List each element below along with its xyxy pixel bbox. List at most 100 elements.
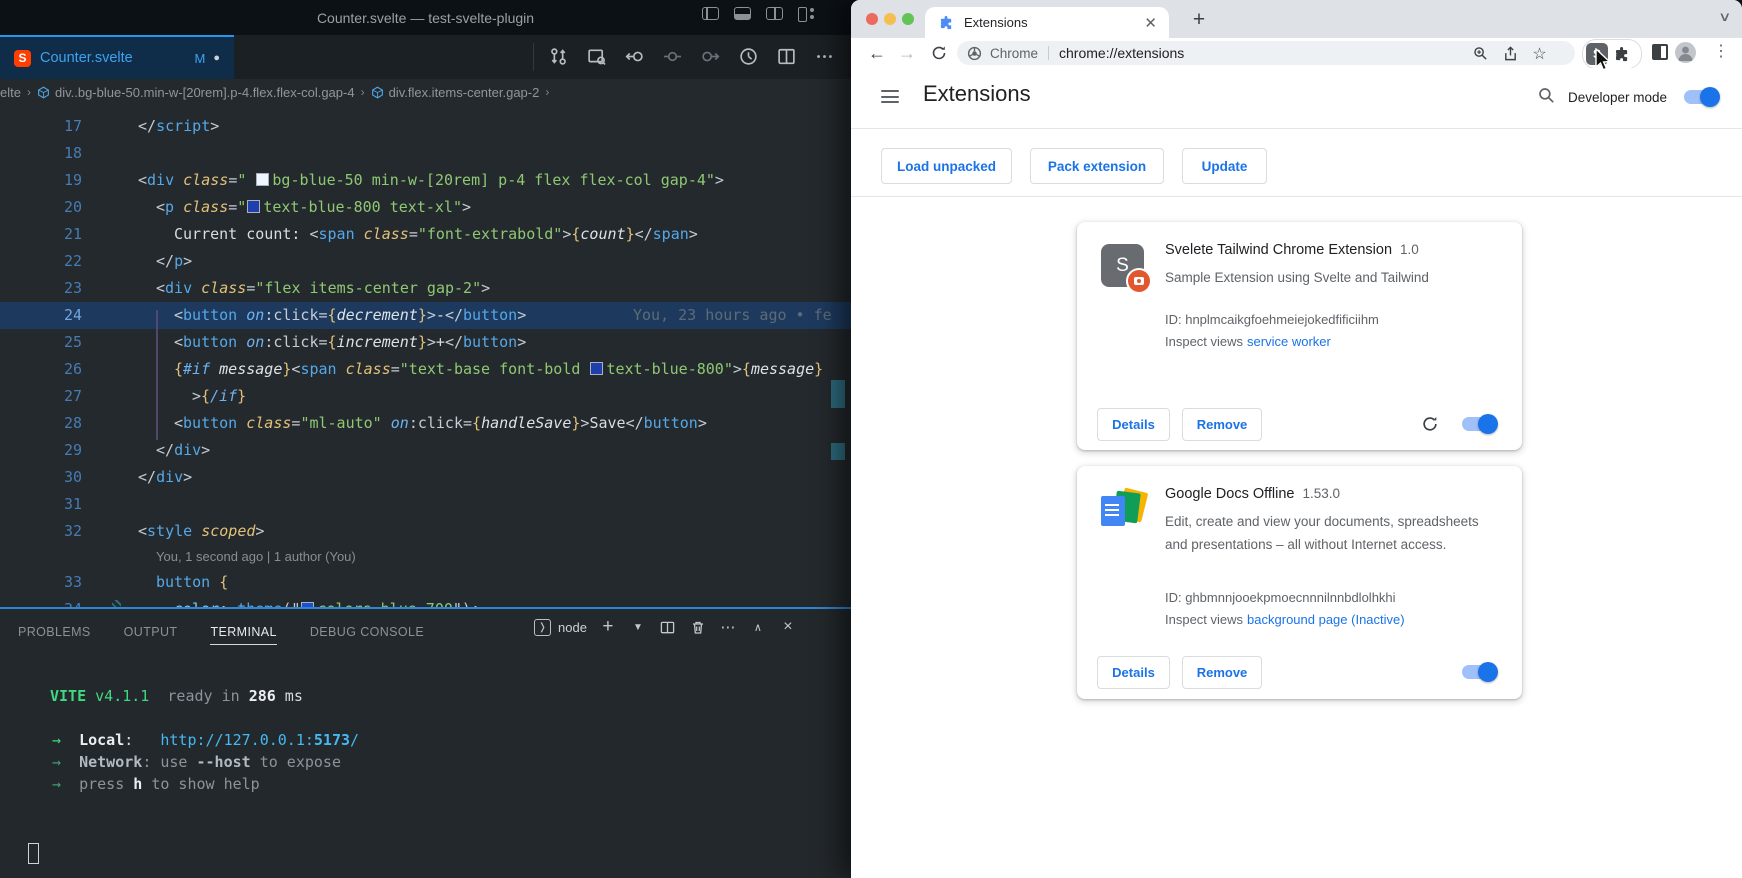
line-number: 24 [0, 302, 110, 329]
main-menu-icon[interactable] [881, 90, 899, 103]
panel-more-icon[interactable]: ⋯ [719, 618, 737, 636]
chrome-tabstrip: Extensions ✕ + ∨ [851, 0, 1742, 38]
terminal-output[interactable]: VITE v4.1.1 ready in 286 ms→ Local: http… [0, 655, 851, 878]
split-terminal-icon[interactable] [659, 618, 677, 636]
symbol-cube-icon [371, 86, 384, 99]
code-line[interactable]: 22</p> [0, 248, 851, 275]
navigate-back-icon[interactable] [624, 46, 645, 67]
breadcrumb-item[interactable]: elte [0, 85, 21, 100]
extension-description: Edit, create and view your documents, sp… [1165, 510, 1485, 556]
extensions-puzzle-icon[interactable] [1614, 46, 1631, 63]
panel-tab-terminal[interactable]: TERMINAL [210, 619, 276, 645]
panel-tab-problems[interactable]: PROBLEMS [18, 619, 91, 645]
code-line[interactable]: 21Current count: <span class="font-extra… [0, 221, 851, 248]
toggle-secondary-sidebar-icon[interactable] [766, 7, 783, 20]
code-line[interactable]: 33button { [0, 569, 851, 596]
details-button[interactable]: Details [1097, 656, 1170, 689]
extension-enabled-toggle[interactable] [1462, 417, 1496, 431]
site-settings-icon[interactable] [967, 46, 982, 61]
page-title: Extensions [923, 81, 1031, 107]
developer-mode-toggle[interactable] [1684, 90, 1718, 104]
profile-avatar[interactable] [1675, 42, 1696, 63]
dirty-indicator-icon[interactable]: ● [213, 52, 220, 64]
code-line[interactable]: 29</div> [0, 437, 851, 464]
url-text[interactable]: chrome://extensions [1059, 45, 1184, 61]
update-button[interactable]: Update [1182, 148, 1267, 184]
tab-title: Extensions [964, 15, 1028, 30]
navigate-forward-icon[interactable] [700, 46, 721, 67]
split-editor-icon[interactable] [776, 46, 797, 67]
panel-tab-output[interactable]: OUTPUT [124, 619, 178, 645]
line-number: 22 [0, 248, 110, 275]
zoom-icon[interactable] [1472, 45, 1489, 62]
new-terminal-icon[interactable]: + [599, 618, 617, 636]
code-line[interactable]: 28<button class="ml-auto" on:click={hand… [0, 410, 851, 437]
line-number: 21 [0, 221, 110, 248]
titlebar-layout-icons [702, 7, 815, 20]
details-button[interactable]: Details [1097, 408, 1170, 441]
close-tab-icon[interactable]: ✕ [1144, 14, 1157, 32]
maximize-panel-icon[interactable]: ∧ [749, 618, 767, 636]
vscode-window: Counter.svelte — test-svelte-plugin S Co… [0, 0, 851, 878]
extension-enabled-toggle[interactable] [1462, 665, 1496, 679]
code-line[interactable]: 20<p class="text-blue-800 text-xl"> [0, 194, 851, 221]
code-line[interactable]: 19<div class=" bg-blue-50 min-w-[20rem] … [0, 167, 851, 194]
side-panel-icon[interactable] [1652, 44, 1668, 60]
close-panel-icon[interactable]: × [779, 618, 797, 636]
toggle-panel-icon[interactable] [734, 7, 751, 20]
close-window-button[interactable] [866, 13, 878, 25]
code-line[interactable]: 32<style scoped> [0, 518, 851, 545]
minimize-window-button[interactable] [884, 13, 896, 25]
line-number: 26 [0, 356, 110, 383]
breadcrumb-item[interactable]: div..bg-blue-50.min-w-[20rem].p-4.flex.f… [37, 85, 355, 100]
code-line[interactable]: 17</script> [0, 113, 851, 140]
run-timeline-icon[interactable] [738, 46, 759, 67]
more-actions-icon[interactable] [814, 46, 835, 67]
codelens-annotation[interactable]: You, 1 second ago | 1 author (You) [0, 545, 851, 569]
code-line[interactable]: 23<div class="flex items-center gap-2"> [0, 275, 851, 302]
terminal-dropdown-icon[interactable]: ▼ [629, 618, 647, 636]
developer-mode-label: Developer mode [1568, 90, 1667, 105]
toggle-primary-sidebar-icon[interactable] [702, 7, 719, 20]
source-control-compare-icon[interactable] [548, 46, 569, 67]
remove-button[interactable]: Remove [1182, 408, 1262, 441]
open-preview-icon[interactable] [586, 46, 607, 67]
new-tab-button[interactable]: + [1185, 6, 1213, 34]
terminal-process-item[interactable]: ❭ node [534, 619, 587, 636]
forward-button[interactable]: → [895, 41, 919, 65]
line-number: 25 [0, 329, 110, 356]
browser-tab-extensions[interactable]: Extensions ✕ [925, 7, 1169, 38]
reload-button[interactable] [927, 41, 951, 65]
address-bar[interactable]: Chrome chrome://extensions ☆ [957, 41, 1575, 65]
maximize-window-button[interactable] [902, 13, 914, 25]
breadcrumb[interactable]: elte›div..bg-blue-50.min-w-[20rem].p-4.f… [0, 79, 851, 105]
tab-search-chevron-icon[interactable]: ∨ [1719, 9, 1732, 25]
code-line[interactable]: 18 [0, 140, 851, 167]
code-line[interactable]: 27>{/if} [0, 383, 851, 410]
code-line[interactable]: 24<button on:click={decrement}>-</button… [0, 302, 851, 329]
chrome-menu-icon[interactable]: ⋮ [1713, 41, 1727, 61]
code-line[interactable]: 25<button on:click={increment}>+</button… [0, 329, 851, 356]
back-button[interactable]: ← [865, 41, 889, 65]
remove-button[interactable]: Remove [1182, 656, 1262, 689]
tab-counter-svelte[interactable]: S Counter.svelte M ● [0, 35, 234, 79]
code-editor[interactable]: 17</script>1819<div class=" bg-blue-50 m… [0, 105, 851, 607]
breadcrumb-item[interactable]: div.flex.items-center.gap-2 [371, 85, 540, 100]
bookmark-star-icon[interactable]: ☆ [1531, 45, 1548, 62]
panel-header: PROBLEMS OUTPUT TERMINAL DEBUG CONSOLE ❭ no… [0, 609, 851, 655]
pack-extension-button[interactable]: Pack extension [1030, 148, 1164, 184]
share-icon[interactable] [1502, 45, 1519, 62]
load-unpacked-button[interactable]: Load unpacked [881, 148, 1012, 184]
customize-layout-icon[interactable] [798, 7, 815, 20]
code-line[interactable]: 31 [0, 491, 851, 518]
panel-tab-debug-console[interactable]: DEBUG CONSOLE [310, 619, 424, 645]
reload-extension-icon[interactable] [1421, 415, 1439, 438]
inspect-view-link[interactable]: background page (Inactive) [1247, 612, 1405, 627]
inspect-view-link[interactable]: service worker [1247, 334, 1331, 349]
kill-terminal-icon[interactable] [689, 618, 707, 636]
code-line[interactable]: 26{#if message}<span class="text-base fo… [0, 356, 851, 383]
terminal-line: → Network: use --host to expose [28, 751, 851, 773]
search-icon[interactable] [1538, 87, 1555, 109]
navigate-previous-icon[interactable] [662, 46, 683, 67]
code-line[interactable]: 30</div> [0, 464, 851, 491]
